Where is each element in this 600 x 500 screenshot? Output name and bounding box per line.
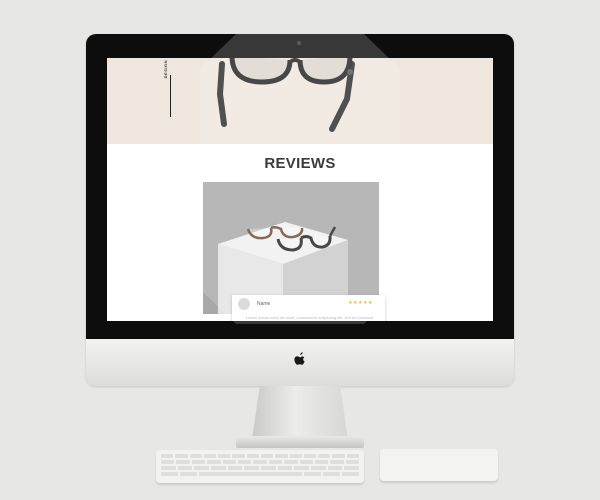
review-popup: Name ★★★★★ Lorem ipsum dolor sit amet, c… [232, 295, 385, 321]
keyboard [156, 450, 364, 483]
review-text: Lorem ipsum dolor sit amet, consectetur … [246, 315, 373, 320]
hero-banner: DESIGN [107, 58, 493, 144]
imac-mockup-scene: DESIGN REVIEWS Name ★★★★★ Lorem ipsum do… [0, 0, 600, 500]
apple-logo-icon [294, 352, 305, 365]
glasses-hero-image [216, 58, 355, 132]
imac-stand-foot [236, 436, 364, 448]
camera-icon [297, 41, 301, 45]
screen: DESIGN REVIEWS Name ★★★★★ Lorem ipsum do… [107, 58, 493, 321]
reviews-heading: REVIEWS [264, 155, 336, 172]
trackpad [380, 449, 498, 481]
imac-stand [252, 386, 348, 440]
rating-stars: ★★★★★ [348, 300, 373, 306]
avatar [238, 298, 250, 310]
hero-side-label: DESIGN [163, 60, 168, 79]
hero-divider [170, 75, 171, 117]
reviewer-name: Name [257, 301, 271, 307]
